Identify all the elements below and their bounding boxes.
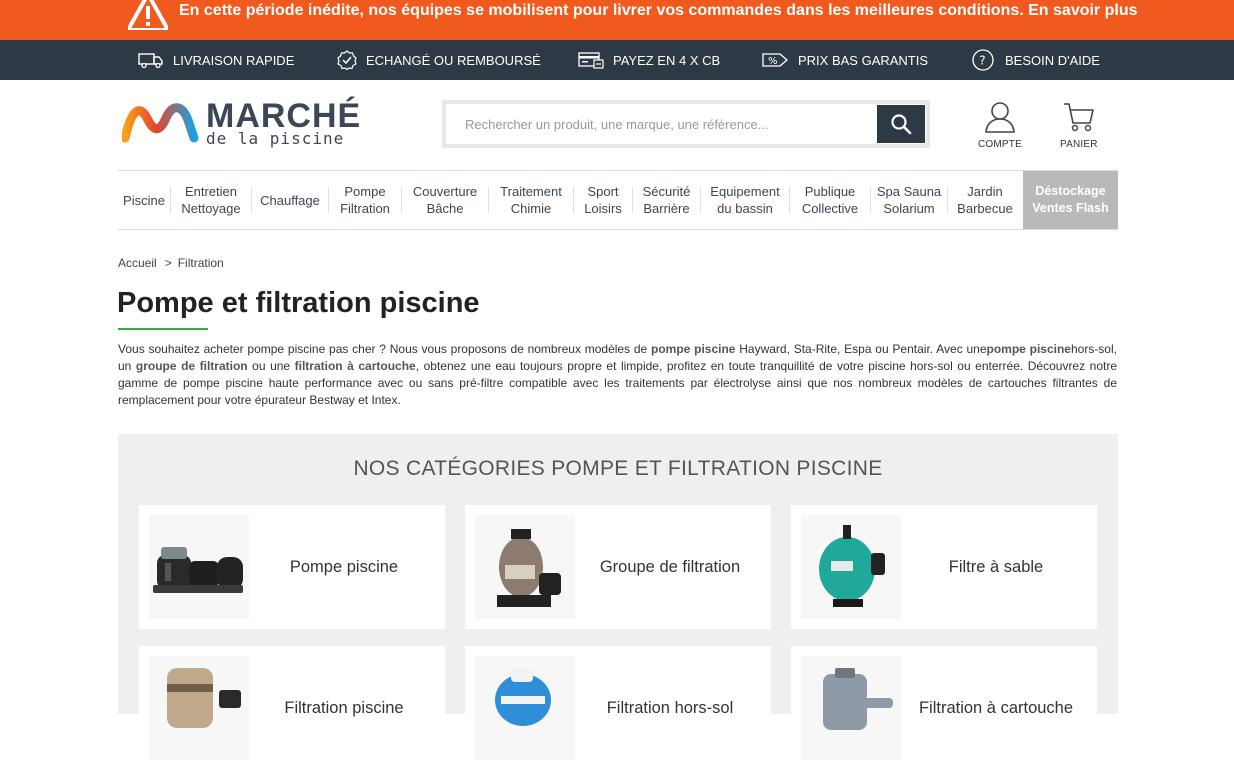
product-image — [475, 656, 575, 760]
category-label: Filtration hors-sol — [606, 698, 734, 717]
intro-link-pompe-piscine-2[interactable]: pompe piscine — [987, 342, 1071, 356]
cart-button[interactable]: PANIER — [1060, 100, 1098, 150]
category-card-filtration-piscine[interactable]: Filtration piscine — [139, 646, 445, 770]
category-label: Groupe de filtration — [599, 557, 741, 576]
intro-link-filtration-cartouche[interactable]: filtration à cartouche — [295, 359, 416, 373]
category-label: Filtre à sable — [948, 557, 1044, 576]
alert-text[interactable]: En cette période inédite, nos équipes se… — [179, 2, 1138, 20]
service-label: PRIX BAS GARANTIS — [798, 52, 929, 68]
service-exchange[interactable]: ECHANGÉ OU REMBOURSÉ — [337, 49, 541, 71]
breadcrumb-separator: > — [164, 256, 172, 270]
check-badge-icon — [337, 50, 357, 70]
search-icon — [891, 114, 912, 135]
main-nav: Piscine Entretien Nettoyage Chauffage Po… — [118, 170, 1118, 230]
nav-item-publique[interactable]: Publique Collective — [790, 171, 870, 229]
search-box — [442, 100, 930, 148]
product-image — [801, 515, 901, 619]
product-image — [475, 515, 575, 619]
service-payment[interactable]: PAYEZ EN 4 X CB — [578, 49, 720, 71]
category-card-filtration-cartouche[interactable]: Filtration à cartouche — [791, 646, 1097, 770]
card-icon — [578, 52, 604, 69]
service-label: BESOIN D'AIDE — [1005, 52, 1100, 68]
search-button[interactable] — [877, 105, 925, 143]
intro-link-pompe-piscine[interactable]: pompe piscine — [651, 342, 735, 356]
service-label: PAYEZ EN 4 X CB — [613, 52, 721, 68]
service-delivery[interactable]: LIVRAISON RAPIDE — [138, 49, 294, 71]
nav-item-pompe-filtration[interactable]: Pompe Filtration — [329, 171, 401, 229]
truck-icon — [138, 53, 163, 69]
service-bar: LIVRAISON RAPIDE ECHANGÉ OU REMBOURSÉ PA… — [0, 40, 1234, 80]
help-icon: ? — [972, 49, 994, 71]
price-tag-icon: % — [762, 53, 788, 67]
nav-item-equipement[interactable]: Equipement du bassin — [701, 171, 789, 229]
logo-word: MARCHÉ — [206, 97, 362, 135]
account-button[interactable]: COMPTE — [978, 100, 1022, 150]
category-label: Filtration à cartouche — [918, 698, 1074, 717]
category-card-groupe-filtration[interactable]: Groupe de filtration — [465, 505, 771, 629]
nav-item-chauffage[interactable]: Chauffage — [252, 171, 328, 229]
intro-text-part: Hayward, Sta-Rite, Espa ou Pentair. Avec… — [735, 342, 987, 356]
service-price[interactable]: % PRIX BAS GARANTIS — [762, 49, 928, 71]
title-underline — [118, 328, 208, 330]
service-label: LIVRAISON RAPIDE — [173, 52, 295, 68]
logo-subtitle: de la piscine — [206, 129, 345, 148]
account-label: COMPTE — [978, 139, 1022, 150]
intro-text-part: Vous souhaitez acheter pompe piscine pas… — [118, 342, 651, 356]
breadcrumb-current: Filtration — [177, 256, 224, 270]
nav-item-spa[interactable]: Spa Sauna Solarium — [871, 171, 947, 229]
cart-icon — [1063, 103, 1094, 132]
svg-text:%: % — [768, 56, 778, 67]
breadcrumb: Accueil > Filtration — [118, 256, 224, 270]
svg-text:?: ? — [979, 54, 985, 68]
user-icon — [985, 102, 1015, 133]
nav-item-jardin[interactable]: Jardin Barbecue — [948, 171, 1022, 229]
cart-label: PANIER — [1060, 139, 1098, 150]
nav-item-entretien[interactable]: Entretien Nettoyage — [171, 171, 251, 229]
nav-item-traitement[interactable]: Traitement Chimie — [489, 171, 573, 229]
categories-title: NOS CATÉGORIES POMPE ET FILTRATION PISCI… — [353, 457, 883, 480]
category-label: Filtration piscine — [284, 698, 404, 717]
search-input[interactable] — [446, 104, 876, 144]
intro-link-groupe-filtration[interactable]: groupe de filtration — [136, 359, 248, 373]
service-label: ECHANGÉ OU REMBOURSÉ — [366, 52, 541, 68]
site-logo[interactable]: MARCHÉ de la piscine — [122, 98, 384, 150]
alert-banner[interactable]: En cette période inédite, nos équipes se… — [0, 0, 1234, 40]
site-header: MARCHÉ de la piscine COMPTE PANIER — [0, 80, 1234, 170]
product-image — [801, 656, 901, 760]
nav-item-couverture[interactable]: Couverture Bâche — [402, 171, 488, 229]
nav-item-securite[interactable]: Sécurité Barrière — [633, 171, 700, 229]
categories-panel: NOS CATÉGORIES POMPE ET FILTRATION PISCI… — [118, 434, 1118, 770]
product-image — [149, 515, 249, 619]
nav-item-destockage[interactable]: Déstockage Ventes Flash — [1023, 171, 1118, 229]
category-card-pompe-piscine[interactable]: Pompe piscine — [139, 505, 445, 629]
intro-text-part: ou une — [247, 359, 295, 373]
nav-item-piscine[interactable]: Piscine — [118, 171, 170, 229]
service-help[interactable]: ? BESOIN D'AIDE — [972, 49, 1100, 71]
category-label: Pompe piscine — [289, 557, 399, 576]
logo-mark — [122, 103, 199, 143]
category-card-filtre-sable[interactable]: Filtre à sable — [791, 505, 1097, 629]
intro-text: Vous souhaitez acheter pompe piscine pas… — [118, 341, 1117, 409]
page-title: Pompe et filtration piscine — [117, 287, 480, 319]
breadcrumb-home[interactable]: Accueil — [118, 256, 157, 270]
category-card-filtration-hors-sol[interactable]: Filtration hors-sol — [465, 646, 771, 770]
nav-item-sport[interactable]: Sport Loisirs — [574, 171, 632, 229]
warning-icon — [128, 0, 168, 30]
product-image — [149, 656, 249, 760]
